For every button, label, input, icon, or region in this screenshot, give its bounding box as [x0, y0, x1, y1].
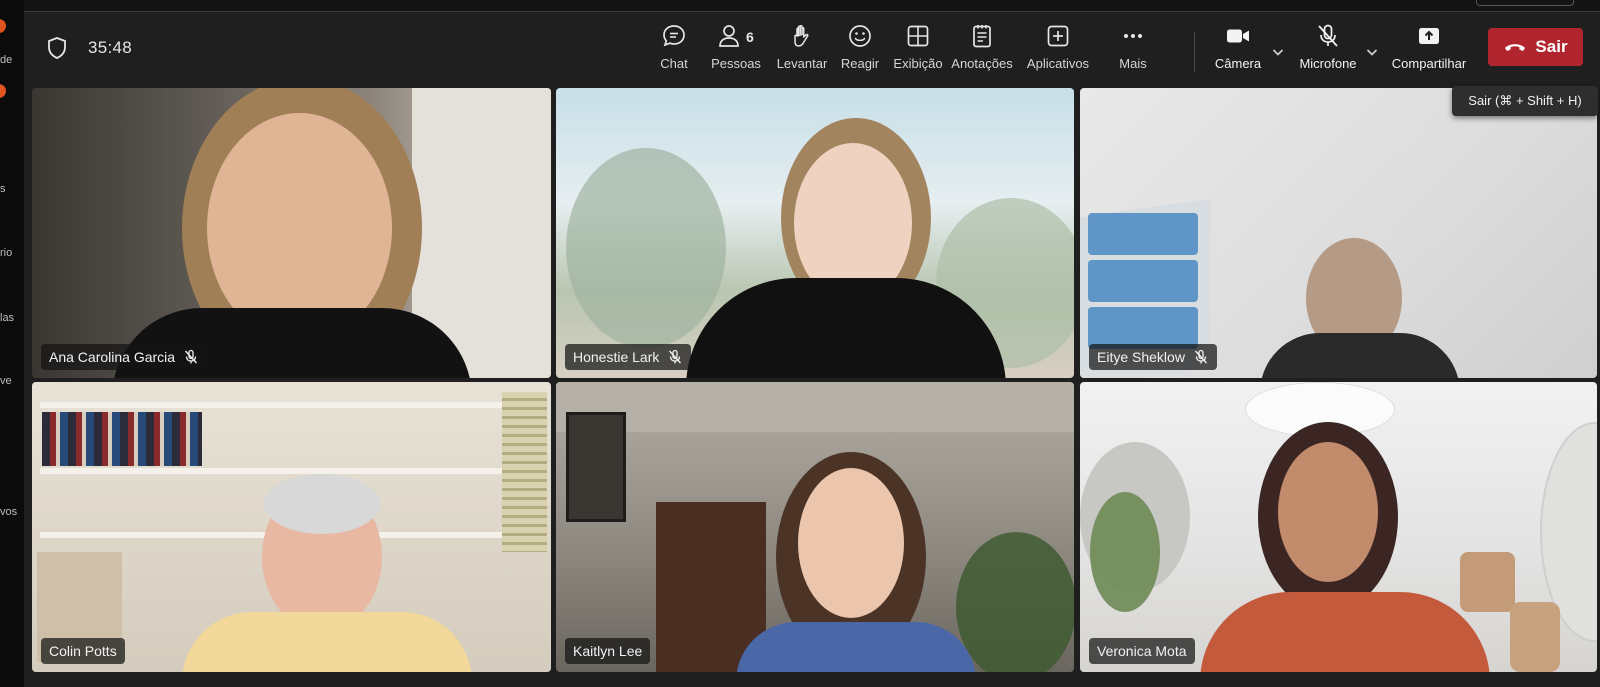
ellipsis-icon [1124, 34, 1142, 38]
video-feed [556, 382, 1074, 672]
participant-name: Eitye Sheklow [1097, 349, 1185, 365]
share-button[interactable]: Compartilhar [1388, 22, 1470, 78]
chat-bubble-icon [663, 25, 685, 47]
video-feed [1080, 88, 1597, 378]
participant-tile[interactable]: Honestie Lark [556, 88, 1074, 378]
raised-hand-icon [794, 25, 809, 47]
react-label: Reagir [840, 56, 880, 71]
video-feed [556, 88, 1074, 378]
left-sidebar-strip: de s rio las ve vos [0, 0, 24, 687]
people-button[interactable]: 6 Pessoas [700, 22, 772, 78]
grid-icon [907, 25, 929, 47]
camera-options-chevron-down-icon[interactable] [1270, 44, 1286, 60]
mic-muted-icon [669, 349, 682, 364]
sidebar-fragment: las [0, 312, 15, 324]
sidebar-fragment: vos [0, 506, 18, 518]
meeting-timer: 35:48 [88, 38, 133, 57]
notes-icon [973, 25, 991, 48]
toolbar-divider [1194, 32, 1195, 72]
participant-name-tag: Colin Potts [41, 638, 125, 664]
participant-tile-active-speaker[interactable]: Colin Potts [32, 382, 551, 672]
participant-name-tag: Kaitlyn Lee [565, 638, 651, 664]
raise-hand-label: Levantar [776, 56, 828, 71]
people-count: 6 [746, 29, 754, 45]
participant-name: Honestie Lark [573, 349, 660, 365]
chat-button[interactable]: Chat [644, 22, 704, 78]
people-label: Pessoas [711, 56, 761, 71]
camera-button[interactable]: Câmera [1208, 22, 1268, 78]
participant-name-tag: Honestie Lark [565, 344, 692, 370]
window-top-bar [24, 0, 1600, 12]
participant-name-tag: Eitye Sheklow [1089, 344, 1217, 370]
participant-name-tag: Ana Carolina Garcia [41, 344, 208, 370]
leave-tooltip: Sair (⌘ + Shift + H) [1452, 86, 1598, 116]
shield-icon[interactable] [46, 36, 68, 60]
notes-label: Anotações [951, 56, 1013, 71]
plus-square-icon [1047, 25, 1069, 47]
microphone-button[interactable]: Microfone [1292, 22, 1364, 78]
apps-label: Aplicativos [1026, 56, 1090, 71]
top-bar-control[interactable] [1476, 0, 1574, 6]
video-feed [1080, 382, 1597, 672]
participant-name-tag: Veronica Mota [1089, 638, 1195, 664]
microphone-label: Microfone [1299, 56, 1357, 71]
participant-name: Veronica Mota [1097, 643, 1187, 659]
more-button[interactable]: Mais [1106, 22, 1160, 78]
share-tray-icon [1419, 28, 1439, 44]
person-icon [719, 25, 739, 47]
react-button[interactable]: Reagir [830, 22, 890, 78]
leave-label: Sair [1535, 37, 1568, 56]
meeting-toolbar: 35:48 Chat 6 Pessoas Levantar Reagir Exi… [24, 12, 1600, 82]
participant-tile[interactable]: Veronica Mota [1080, 382, 1597, 672]
chat-label: Chat [660, 56, 688, 71]
sidebar-fragment: de [0, 54, 13, 66]
apps-button[interactable]: Aplicativos [1020, 22, 1096, 78]
phone-hangup-icon [1505, 44, 1526, 51]
sidebar-fragment: ve [0, 375, 12, 387]
raise-hand-button[interactable]: Levantar [770, 22, 834, 78]
share-label: Compartilhar [1391, 56, 1467, 71]
participant-name: Kaitlyn Lee [573, 643, 643, 659]
sidebar-fragment: s [0, 183, 6, 195]
participant-tile[interactable]: Eitye Sheklow [1080, 88, 1597, 378]
participant-name: Ana Carolina Garcia [49, 349, 176, 365]
participant-tile[interactable]: Kaitlyn Lee [556, 382, 1074, 672]
view-button[interactable]: Exibição [886, 22, 950, 78]
mic-muted-icon [1318, 24, 1338, 47]
mic-muted-icon [1194, 349, 1207, 364]
notification-badge [0, 84, 6, 98]
notes-button[interactable]: Anotações [946, 22, 1018, 78]
mic-muted-icon [185, 349, 198, 364]
leave-button[interactable]: Sair [1488, 28, 1583, 66]
sidebar-fragment: rio [0, 247, 13, 259]
video-feed [32, 382, 551, 672]
more-label: Mais [1119, 56, 1147, 71]
participant-tile[interactable]: Ana Carolina Garcia [32, 88, 551, 378]
notification-badge [0, 19, 6, 33]
video-feed [32, 88, 551, 378]
microphone-options-chevron-down-icon[interactable] [1364, 44, 1380, 60]
participant-name: Colin Potts [49, 643, 117, 659]
view-label: Exibição [893, 56, 943, 71]
camera-label: Câmera [1214, 56, 1262, 71]
smiley-icon [849, 25, 871, 47]
camera-icon [1227, 29, 1249, 43]
